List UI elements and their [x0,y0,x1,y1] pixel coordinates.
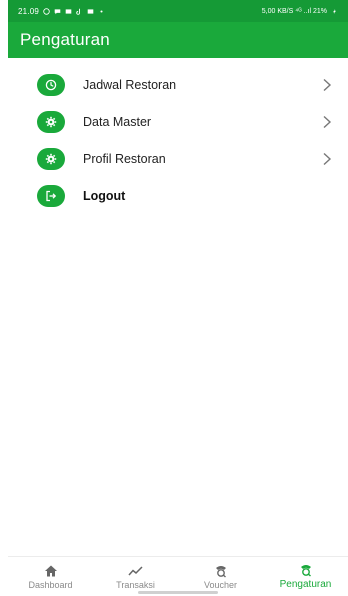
status-time: 21.09 [18,6,40,16]
gear-icon [37,147,65,170]
home-icon [43,564,59,578]
menu-item-label: Data Master [83,114,152,129]
nav-label: Pengaturan [279,579,332,590]
status-indicators: 5,00 KB/S ⁴ᴳ ..ıl 21% [261,7,327,15]
settings-voucher-icon [298,563,314,577]
mail-icon [87,8,94,15]
menu-item-label: Logout [83,188,126,203]
chevron-right-icon [322,152,332,166]
page-title: Pengaturan [20,30,110,49]
message-icon [65,8,72,15]
whatsapp-icon [43,7,50,15]
nav-label: Dashboard [28,579,73,590]
tiktok-icon [76,8,83,15]
nav-label: Transaksi [116,579,155,590]
home-indicator[interactable] [138,591,218,594]
chevron-right-icon [322,115,332,129]
chat-icon [54,8,61,15]
chevron-right-icon [322,78,332,92]
menu-item-logout[interactable]: Logout [8,177,348,214]
gear-icon [37,110,65,133]
menu-item-label: Jadwal Restoran [83,77,177,92]
menu-item-profil-restoran[interactable]: Profil Restoran [8,140,348,177]
app-bar: Pengaturan [8,22,348,58]
status-left: 21.09 [18,7,105,16]
nav-label: Voucher [203,579,238,590]
status-right: 5,00 KB/S ⁴ᴳ ..ıl 21% [262,8,338,15]
menu-item-label: Profil Restoran [83,151,166,166]
battery-charging-icon [331,8,338,15]
status-bar: 21.09 5,00 KB/S ⁴ᴳ ..ıl 21% [8,0,348,22]
settings-menu: Jadwal Restoran Data Master Profil Resto… [8,66,348,214]
logout-icon [37,184,65,207]
nav-item-dashboard[interactable]: Dashboard [8,557,93,596]
voucher-icon [213,564,229,578]
dot-icon [98,8,105,15]
bottom-navigation: Dashboard Transaksi Voucher Pengaturan [8,556,348,596]
trend-icon [127,564,144,578]
menu-item-jadwal-restoran[interactable]: Jadwal Restoran [8,66,348,103]
screen: 21.09 5,00 KB/S ⁴ᴳ ..ıl 21% Pengaturan J… [8,0,348,596]
clock-icon [37,73,65,96]
menu-item-data-master[interactable]: Data Master [8,103,348,140]
nav-item-pengaturan[interactable]: Pengaturan [263,557,348,596]
